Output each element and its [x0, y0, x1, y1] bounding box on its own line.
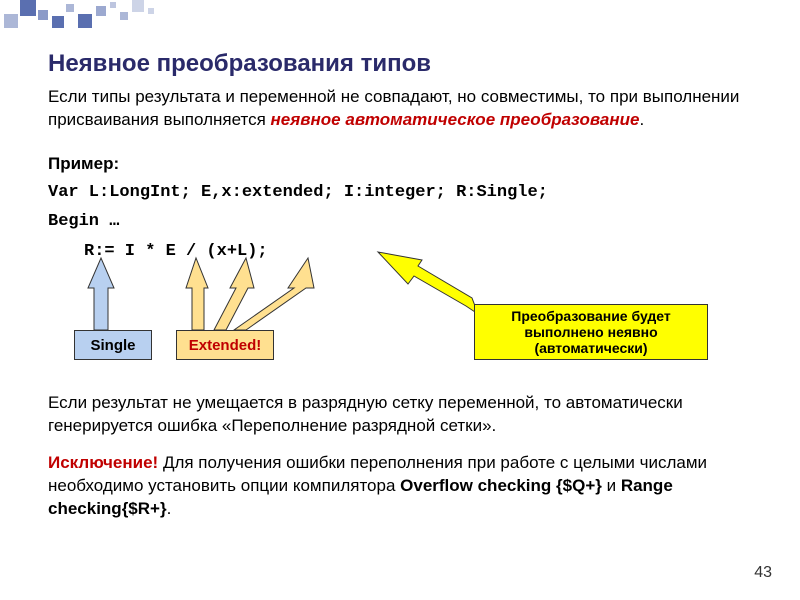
intro-highlight: неявное автоматическое преобразование — [271, 110, 640, 129]
callout-single: Single — [74, 330, 152, 360]
arrow-extended-1 — [156, 258, 336, 338]
callout-area: Single Extended! Преобразование будет вы… — [48, 268, 760, 388]
callout-extended: Extended! — [176, 330, 274, 360]
code-line-1: Var L:LongInt; E,x:extended; I:integer; … — [48, 180, 760, 206]
example-label: Пример: — [48, 154, 760, 174]
paragraph-overflow: Если результат не умещается в разрядную … — [48, 392, 760, 438]
page-title: Неявное преобразования типов — [48, 50, 760, 78]
page-number: 43 — [754, 564, 772, 582]
paragraph-exception: Исключение! Для получения ошибки перепол… — [48, 452, 760, 521]
callout-auto-conversion: Преобразование будет выполнено неявно (а… — [474, 304, 708, 360]
option-overflow: Overflow checking {$Q+} — [400, 476, 602, 495]
exception-mid: и — [602, 476, 621, 495]
decorative-squares — [0, 0, 220, 30]
intro-paragraph: Если типы результата и переменной не сов… — [48, 86, 760, 132]
arrow-single — [88, 258, 128, 338]
exception-end: . — [167, 499, 172, 518]
arrow-yellow — [378, 252, 488, 322]
code-line-2: Begin … — [48, 209, 760, 235]
exception-label: Исключение! — [48, 453, 158, 472]
intro-text-2: . — [640, 110, 645, 129]
